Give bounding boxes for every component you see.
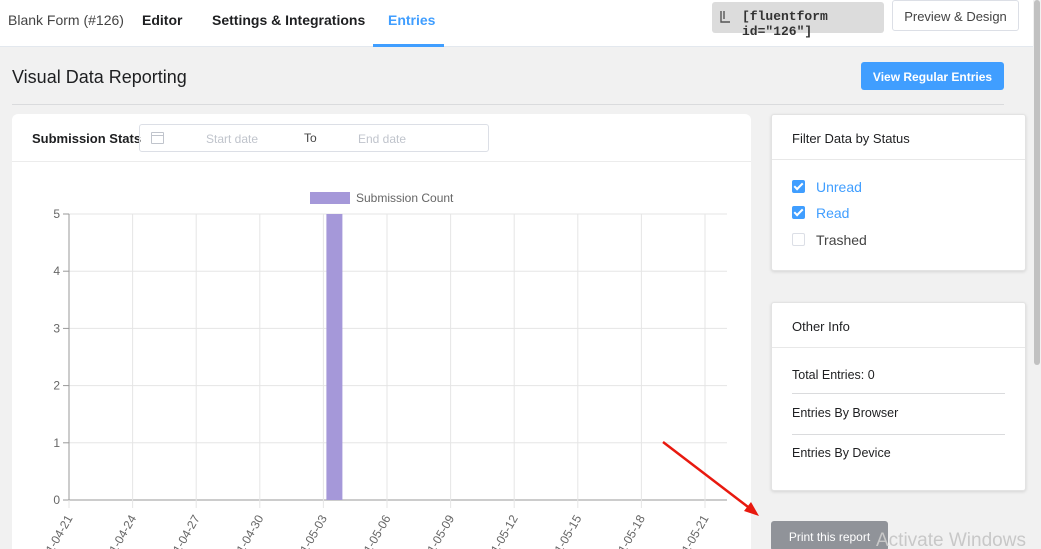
data-bar (326, 214, 343, 500)
legend-label: Submission Count (356, 191, 454, 205)
trashed-label[interactable]: Trashed (816, 232, 867, 248)
entries-by-browser[interactable]: Entries By Browser (792, 406, 1005, 420)
submission-chart: 0 1 2 3 4 5 2021-04-21 2021-04-24 2021-04-27 2021… (33, 191, 727, 549)
form-title: Blank Form (#126) (8, 12, 124, 28)
copy-icon (720, 11, 730, 23)
tab-settings-integrations[interactable]: Settings & Integrations (212, 12, 365, 28)
divider (792, 393, 1005, 394)
x-tick-label: 2021-04-24 (96, 512, 139, 549)
activate-windows-watermark: Activate Windows (876, 530, 1026, 549)
x-tick-label: 2021-05-06 (351, 512, 394, 549)
active-tab-indicator (373, 44, 444, 47)
unread-label[interactable]: Unread (816, 179, 862, 195)
read-checkbox[interactable] (792, 206, 805, 219)
preview-design-button[interactable]: Preview & Design (892, 0, 1019, 31)
print-report-button[interactable]: Print this report (771, 521, 888, 549)
read-label[interactable]: Read (816, 205, 849, 221)
x-tick-label: 2021-05-09 (414, 512, 457, 549)
scrollbar-thumb[interactable] (1034, 0, 1040, 365)
x-tick-label: 2021-05-03 (287, 512, 330, 549)
x-tick-label: 2021-04-21 (33, 512, 76, 549)
x-tick-label: 2021-04-30 (224, 512, 267, 549)
submission-stats-card: Submission Stats Start date To End date … (12, 114, 751, 549)
other-info-card: Other Info Total Entries: 0 Entries By B… (771, 302, 1026, 491)
y-tick-label: 2 (53, 379, 60, 393)
info-card-title: Other Info (772, 303, 1025, 348)
legend-swatch (310, 192, 350, 204)
filter-status-card: Filter Data by Status Unread Read Trashe… (771, 114, 1026, 271)
y-tick-label: 0 (53, 493, 60, 507)
y-tick-label: 4 (53, 264, 60, 278)
x-tick-label: 2021-05-15 (542, 512, 585, 549)
top-nav: Blank Form (#126) Editor Settings & Inte… (0, 0, 1033, 47)
page-title: Visual Data Reporting (12, 67, 187, 87)
tab-entries[interactable]: Entries (388, 12, 435, 28)
unread-checkbox[interactable] (792, 180, 805, 193)
filter-card-title: Filter Data by Status (772, 115, 1025, 160)
page-scrollbar[interactable] (1033, 0, 1041, 549)
x-tick-label: 2021-05-18 (605, 512, 648, 549)
y-tick-label: 5 (53, 207, 60, 221)
entries-by-device[interactable]: Entries By Device (792, 446, 1005, 460)
x-tick-label: 2021-04-27 (160, 512, 203, 549)
x-tick-label: 2021-05-12 (478, 512, 521, 549)
view-regular-entries-button[interactable]: View Regular Entries (861, 62, 1004, 90)
divider (792, 434, 1005, 435)
shortcode-text: [fluentform id="126"] (742, 9, 828, 39)
divider (12, 104, 1004, 105)
shortcode-copy[interactable]: [fluentform id="126"] (712, 2, 884, 39)
tab-editor[interactable]: Editor (142, 12, 182, 28)
trashed-checkbox[interactable] (792, 233, 805, 246)
total-entries: Total Entries: 0 (792, 368, 875, 382)
y-tick-label: 1 (53, 436, 60, 450)
y-tick-label: 3 (53, 321, 60, 335)
x-tick-label: 2021-05-21 (669, 512, 712, 549)
